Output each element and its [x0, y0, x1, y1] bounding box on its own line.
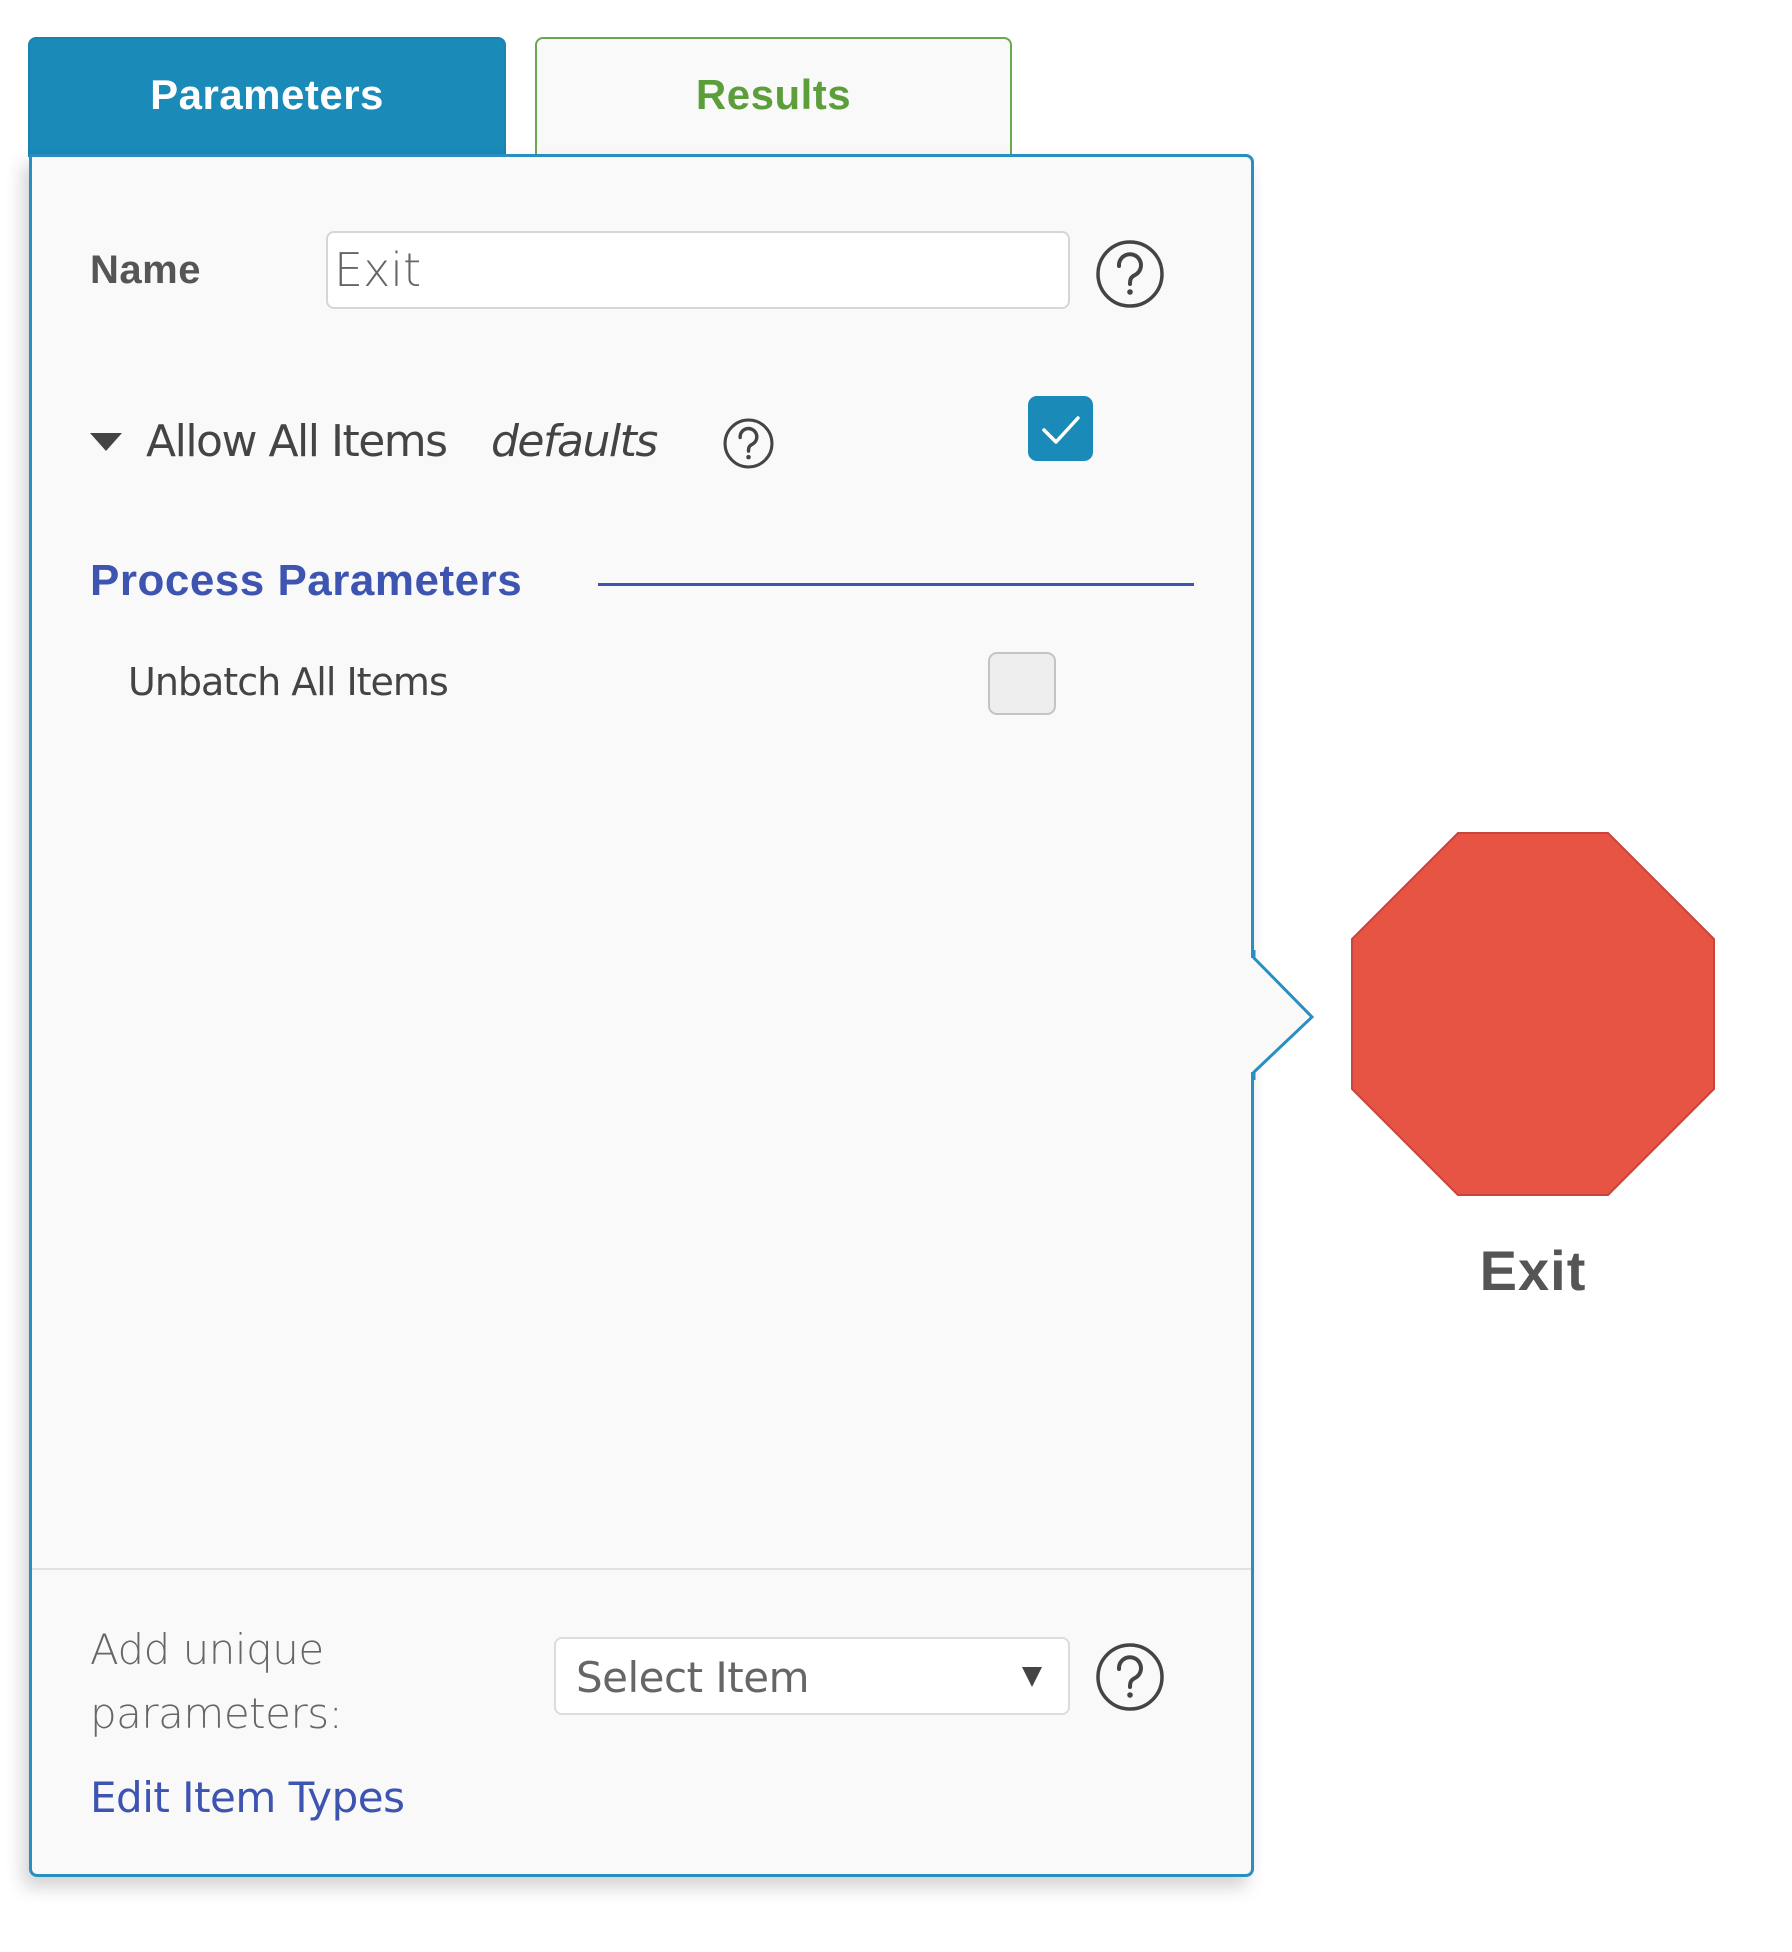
edit-item-types-link[interactable]: Edit Item Types	[90, 1773, 405, 1822]
footer-divider	[32, 1568, 1251, 1570]
caret-down-icon	[1022, 1667, 1042, 1687]
tab-results-label: Results	[695, 71, 852, 118]
unbatch-all-items-checkbox[interactable]	[988, 652, 1056, 715]
section-title-process-parameters: Process Parameters	[90, 556, 523, 605]
defaults-tag: defaults	[491, 416, 658, 467]
add-unique-help-icon[interactable]	[1095, 1642, 1165, 1712]
tab-parameters[interactable]: Parameters	[28, 37, 506, 157]
exit-node[interactable]	[1351, 832, 1715, 1196]
allow-all-items-checkbox[interactable]	[1028, 396, 1093, 461]
panel-pointer	[1248, 950, 1315, 1080]
tab-results[interactable]: Results	[535, 37, 1012, 157]
allow-all-items-help-icon[interactable]	[722, 417, 775, 470]
tab-parameters-label: Parameters	[150, 71, 384, 118]
allow-all-items-label: Allow All Items	[146, 416, 448, 467]
section-divider-line	[598, 583, 1194, 586]
select-item-value: Select Item	[576, 1653, 810, 1702]
select-item-dropdown[interactable]: Select Item	[554, 1637, 1070, 1715]
unbatch-all-items-label: Unbatch All Items	[128, 660, 449, 704]
name-label: Name	[90, 248, 201, 292]
caret-down-icon[interactable]	[90, 433, 122, 451]
name-input[interactable]	[326, 231, 1070, 309]
octagon-icon	[1351, 832, 1715, 1196]
name-help-icon[interactable]	[1095, 239, 1165, 309]
add-unique-parameters-label: Add unique parameters:	[90, 1625, 343, 1738]
exit-node-label: Exit	[1479, 1239, 1587, 1302]
checkmark-icon	[1042, 416, 1080, 444]
